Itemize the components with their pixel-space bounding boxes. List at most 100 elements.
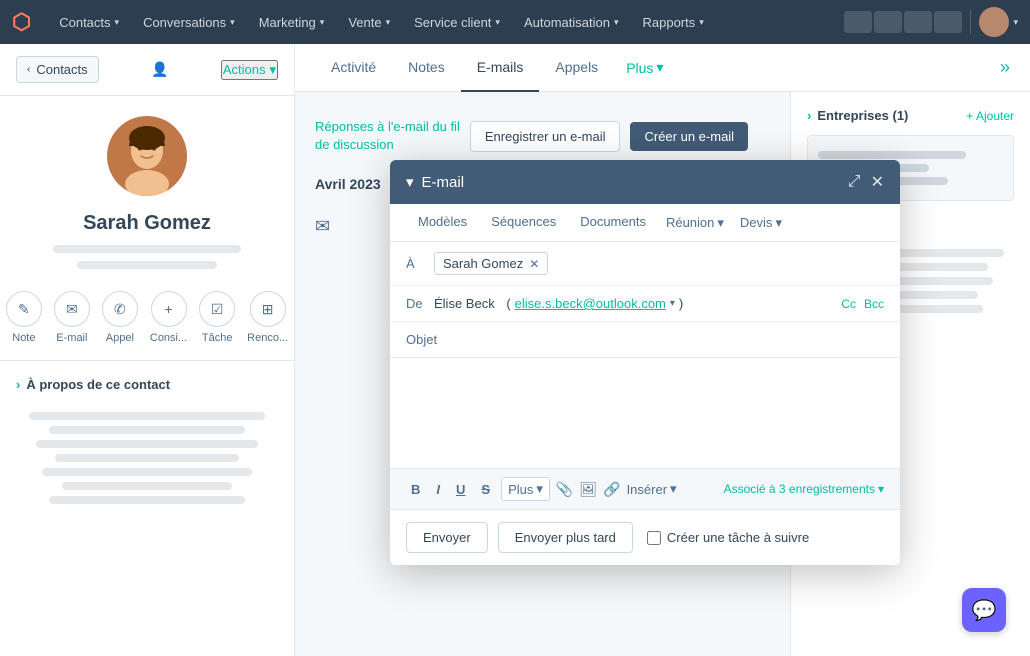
tab-more[interactable]: Plus ▾ bbox=[614, 59, 675, 76]
nav-divider bbox=[970, 10, 971, 34]
tab-activite[interactable]: Activité bbox=[315, 44, 392, 92]
about-header[interactable]: › À propos de ce contact bbox=[16, 373, 278, 396]
tab-more-caret-icon: ▾ bbox=[656, 59, 663, 76]
remove-recipient-button[interactable]: ✕ bbox=[529, 257, 539, 271]
meeting-action[interactable]: ⊞ Renco... bbox=[247, 291, 288, 344]
from-row: De Élise Beck ( elise.s.beck@outlook.com… bbox=[390, 286, 900, 322]
nav-conversations-caret: ▾ bbox=[230, 17, 235, 28]
task-label: Créer une tâche à suivre bbox=[667, 530, 809, 545]
email-action[interactable]: ✉ E-mail bbox=[54, 291, 90, 344]
send-button[interactable]: Envoyer bbox=[406, 522, 488, 553]
nav-icon-3[interactable] bbox=[904, 11, 932, 33]
nav-auto-label: Automatisation bbox=[524, 15, 610, 30]
modal-header: ▾ E-mail ⤢ ✕ bbox=[390, 160, 900, 204]
contact-info-line-1 bbox=[53, 245, 240, 253]
modal-expand-button[interactable]: ⤢ bbox=[848, 173, 861, 191]
subject-input[interactable] bbox=[446, 332, 884, 347]
actions-button[interactable]: Actions ▾ bbox=[221, 60, 278, 80]
nav-contacts[interactable]: Contacts ▾ bbox=[47, 0, 131, 44]
association-link[interactable]: Associé à 3 enregistrements ▾ bbox=[724, 482, 884, 496]
toolbar-more-button[interactable]: Plus ▾ bbox=[501, 477, 550, 501]
bold-button[interactable]: B bbox=[406, 479, 425, 500]
about-label: À propos de ce contact bbox=[26, 377, 170, 392]
tab-activite-label: Activité bbox=[331, 59, 376, 75]
person-icon: 👤 bbox=[151, 61, 168, 78]
bcc-button[interactable]: Bcc bbox=[864, 297, 884, 311]
modal-tab-modeles[interactable]: Modèles bbox=[406, 204, 479, 241]
underline-button[interactable]: U bbox=[451, 479, 470, 500]
nav-icon-2[interactable] bbox=[874, 11, 902, 33]
back-to-contacts-button[interactable]: ‹ Contacts bbox=[16, 56, 99, 83]
modal-tab-reunion[interactable]: Réunion ▾ bbox=[658, 204, 732, 241]
modal-tab-devis[interactable]: Devis ▾ bbox=[732, 204, 790, 241]
cc-button[interactable]: Cc bbox=[841, 297, 856, 311]
send-later-button[interactable]: Envoyer plus tard bbox=[498, 522, 633, 553]
strikethrough-button[interactable]: S bbox=[476, 479, 495, 500]
task-action[interactable]: ☑ Tâche bbox=[199, 291, 235, 344]
from-dropdown-icon[interactable]: ▾ bbox=[670, 298, 675, 309]
register-email-button[interactable]: Enregistrer un e-mail bbox=[470, 121, 621, 152]
companies-label: Entreprises (1) bbox=[817, 108, 908, 123]
devis-caret-icon: ▾ bbox=[775, 215, 782, 231]
create-email-label: Créer un e-mail bbox=[644, 129, 734, 144]
modal-tab-devis-label: Devis bbox=[740, 215, 773, 230]
add-company-link[interactable]: + Ajouter bbox=[966, 109, 1014, 123]
from-label: De bbox=[406, 296, 434, 311]
double-chevron-icon[interactable]: » bbox=[1000, 57, 1010, 78]
email-toolbar: B I U S Plus ▾ 📎 🖼 🔗 Insérer ▾ Associé à… bbox=[390, 468, 900, 510]
chat-icon: 💬 bbox=[972, 598, 997, 623]
nav-automatisation[interactable]: Automatisation ▾ bbox=[512, 0, 631, 44]
insert-label: Insérer bbox=[627, 482, 667, 497]
link-icon[interactable]: 🔗 bbox=[603, 481, 620, 498]
modal-tab-sequences[interactable]: Séquences bbox=[479, 204, 568, 241]
nav-rapports-caret: ▾ bbox=[699, 17, 704, 28]
user-menu-caret[interactable]: ▾ bbox=[1013, 17, 1018, 28]
about-chevron-icon: › bbox=[16, 377, 20, 392]
image-icon[interactable]: 🖼 bbox=[579, 481, 597, 498]
register-email-label: Enregistrer un e-mail bbox=[485, 129, 606, 144]
recipient-tag: Sarah Gomez ✕ bbox=[434, 252, 548, 275]
email-filter-text: Réponses à l'e-mail du filde discussion bbox=[315, 118, 460, 154]
toolbar-icons: 📎 🖼 🔗 bbox=[556, 481, 621, 498]
from-value: Élise Beck ( elise.s.beck@outlook.com ▾ … bbox=[434, 296, 841, 311]
about-line-4 bbox=[55, 454, 238, 462]
nav-vente[interactable]: Vente ▾ bbox=[336, 0, 402, 44]
from-name: Élise Beck bbox=[434, 296, 495, 311]
from-paren-open: ( bbox=[506, 296, 510, 311]
nav-auto-caret: ▾ bbox=[614, 17, 619, 28]
from-email-link[interactable]: elise.s.beck@outlook.com bbox=[515, 296, 666, 311]
actions-label: Actions bbox=[223, 62, 266, 77]
tab-emails[interactable]: E-mails bbox=[461, 44, 540, 92]
insert-button[interactable]: Insérer ▾ bbox=[627, 481, 677, 497]
modal-close-button[interactable]: ✕ bbox=[871, 172, 884, 192]
italic-button[interactable]: I bbox=[431, 479, 445, 500]
consig-icon: + bbox=[151, 291, 187, 327]
nav-icon-4[interactable] bbox=[934, 11, 962, 33]
nav-icon-1[interactable] bbox=[844, 11, 872, 33]
nav-contacts-caret: ▾ bbox=[115, 17, 120, 28]
tab-appels[interactable]: Appels bbox=[539, 44, 614, 92]
nav-rapports[interactable]: Rapports ▾ bbox=[630, 0, 715, 44]
chat-button[interactable]: 💬 bbox=[962, 588, 1006, 632]
assoc-caret-icon: ▾ bbox=[878, 482, 884, 496]
from-paren-close: ) bbox=[679, 296, 683, 311]
attach-icon[interactable]: 📎 bbox=[556, 481, 573, 498]
company-line-1 bbox=[818, 151, 966, 159]
nav-vente-label: Vente bbox=[348, 15, 381, 30]
nav-marketing-caret: ▾ bbox=[320, 17, 325, 28]
email-body[interactable] bbox=[390, 358, 900, 468]
nav-marketing[interactable]: Marketing ▾ bbox=[247, 0, 337, 44]
note-action[interactable]: ✎ Note bbox=[6, 291, 42, 344]
create-email-button[interactable]: Créer un e-mail bbox=[630, 122, 748, 151]
consig-action[interactable]: + Consi... bbox=[150, 291, 187, 344]
user-avatar[interactable] bbox=[979, 7, 1009, 37]
nav-conversations[interactable]: Conversations ▾ bbox=[131, 0, 247, 44]
hubspot-logo: ⬡ bbox=[12, 9, 31, 35]
modal-title-chevron-icon: ▾ bbox=[406, 173, 414, 191]
task-checkbox[interactable] bbox=[647, 531, 661, 545]
contact-info-line-2 bbox=[77, 261, 217, 269]
modal-tab-documents[interactable]: Documents bbox=[568, 204, 658, 241]
tab-notes[interactable]: Notes bbox=[392, 44, 461, 92]
nav-service-client[interactable]: Service client ▾ bbox=[402, 0, 512, 44]
call-action[interactable]: ✆ Appel bbox=[102, 291, 138, 344]
